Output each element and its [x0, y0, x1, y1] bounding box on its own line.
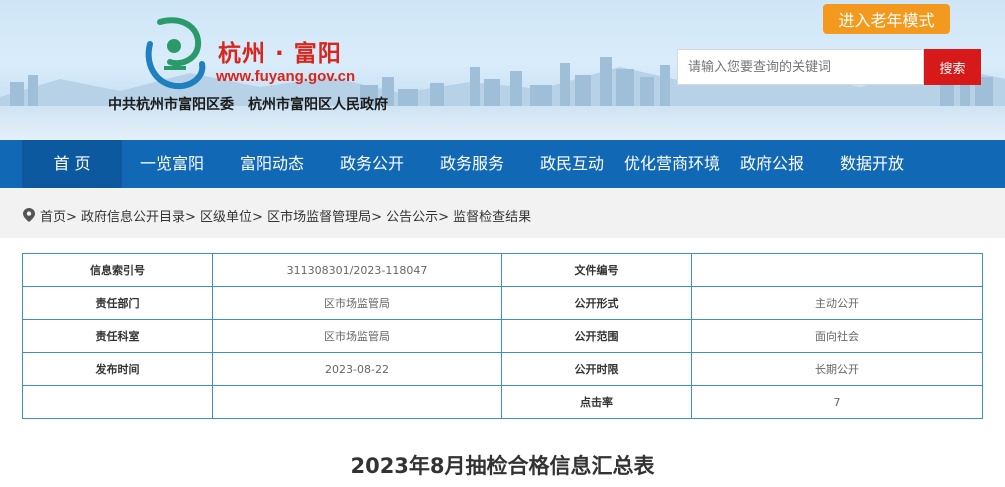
nav-item-open-data[interactable]: 数据开放: [822, 140, 922, 188]
header-banner: 杭州 · 富阳 www.fuyang.gov.cn 中共杭州市富阳区委 杭州市富阳…: [0, 0, 1005, 140]
table-row: 责任科室 区市场监管局 公开范围 面向社会: [22, 319, 983, 353]
nav-item-overview[interactable]: 一览富阳: [122, 140, 222, 188]
location-pin-icon: [23, 208, 35, 222]
org-government: 杭州市富阳区人民政府: [248, 97, 388, 113]
meta-value: 区市场监管局: [212, 286, 502, 320]
nav-item-interaction[interactable]: 政民互动: [522, 140, 622, 188]
fuyang-emblem-icon: [145, 17, 206, 90]
meta-key: 责任科室: [22, 319, 213, 353]
meta-value: 7: [691, 385, 983, 419]
meta-key: 发布时间: [22, 352, 213, 386]
breadcrumb-path[interactable]: 首页> 政府信息公开目录> 区级单位> 区市场监督管理局> 公告公示> 监督检查…: [40, 206, 531, 225]
nav-item-gov-services[interactable]: 政务服务: [422, 140, 522, 188]
meta-value: 长期公开: [691, 352, 983, 386]
meta-key: 公开范围: [501, 319, 692, 353]
table-row: 发布时间 2023-08-22 公开时限 长期公开: [22, 352, 983, 386]
breadcrumb: 首页> 政府信息公开目录> 区级单位> 区市场监督管理局> 公告公示> 监督检查…: [0, 188, 1005, 238]
meta-key: 文件编号: [501, 253, 692, 287]
meta-value: 2023-08-22: [212, 352, 502, 386]
nav-item-home[interactable]: 首 页: [22, 140, 122, 188]
table-row: 点击率 7: [22, 385, 983, 419]
meta-key: 责任部门: [22, 286, 213, 320]
document-meta-table: 信息索引号 311308301/2023-118047 文件编号 责任部门 区市…: [22, 253, 983, 419]
table-row: 责任部门 区市场监管局 公开形式 主动公开: [22, 286, 983, 320]
nav-item-business-environment[interactable]: 优化营商环境: [618, 140, 726, 188]
meta-value: [691, 253, 983, 287]
meta-key: 点击率: [501, 385, 692, 419]
search-input[interactable]: [677, 49, 924, 85]
site-title: 杭州 · 富阳: [218, 41, 342, 67]
meta-value: 面向社会: [691, 319, 983, 353]
meta-value: 主动公开: [691, 286, 983, 320]
meta-value: [212, 385, 502, 419]
nav-item-news[interactable]: 富阳动态: [222, 140, 322, 188]
meta-value: 311308301/2023-118047: [212, 253, 502, 287]
elder-mode-button[interactable]: 进入老年模式: [823, 4, 950, 34]
nav-item-gazette[interactable]: 政府公报: [722, 140, 822, 188]
nav-item-gov-affairs-open[interactable]: 政务公开: [322, 140, 422, 188]
site-url: www.fuyang.gov.cn: [216, 68, 356, 85]
organization-names: 中共杭州市富阳区委 杭州市富阳区人民政府: [108, 94, 388, 114]
meta-key: 信息索引号: [22, 253, 213, 287]
document-title: 2023年8月抽检合格信息汇总表: [350, 454, 655, 478]
meta-value: 区市场监管局: [212, 319, 502, 353]
org-party-committee: 中共杭州市富阳区委: [108, 97, 234, 113]
meta-key: 公开时限: [501, 352, 692, 386]
main-navigation: 首 页 一览富阳 富阳动态 政务公开 政务服务 政民互动 优化营商环境 政府公报…: [0, 140, 1005, 188]
meta-key: [22, 385, 213, 419]
meta-key: 公开形式: [501, 286, 692, 320]
table-row: 信息索引号 311308301/2023-118047 文件编号: [22, 253, 983, 287]
search-button[interactable]: 搜索: [924, 49, 981, 85]
